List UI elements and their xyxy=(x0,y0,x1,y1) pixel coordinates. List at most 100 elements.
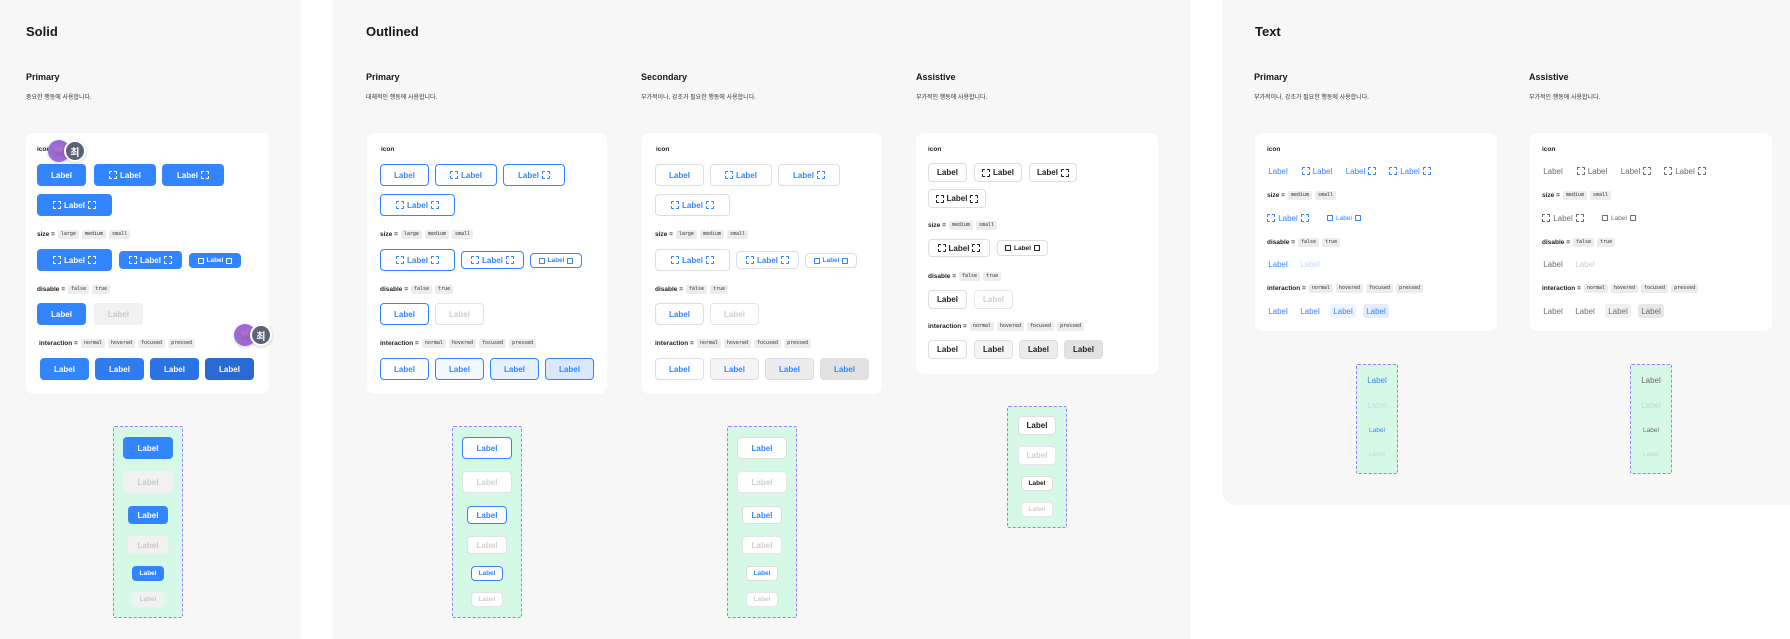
text-primary-button[interactable]: Label xyxy=(1364,373,1390,387)
outlined-assistive-button-medium[interactable]: Label xyxy=(928,239,990,257)
chip: medium xyxy=(1287,191,1312,200)
outlined-secondary-button[interactable]: Label xyxy=(737,437,787,459)
outlined-secondary-button-large[interactable]: Label xyxy=(655,249,730,271)
outlined-secondary-button-small[interactable]: Label xyxy=(805,253,857,268)
text-assistive-button-both-icons[interactable]: Label xyxy=(1662,164,1708,178)
placeholder-icon xyxy=(813,257,820,264)
outlined-primary-button-leading-icon[interactable]: Label xyxy=(435,164,497,186)
chip: small xyxy=(975,221,998,230)
outlined-primary-button[interactable]: Label xyxy=(462,437,512,459)
outlined-secondary-button-focused[interactable]: Label xyxy=(765,358,814,380)
solid-button-medium[interactable]: Label xyxy=(119,251,182,269)
section-title-text: Text xyxy=(1255,24,1281,39)
outlined-assistive-button-leading-icon[interactable]: Label xyxy=(974,163,1022,182)
outlined-primary-button-small[interactable]: Label xyxy=(471,566,503,581)
chip: true xyxy=(710,285,729,294)
outlined-primary-button-large[interactable]: Label xyxy=(380,249,455,271)
text-primary-button-both-icons[interactable]: Label xyxy=(1387,164,1433,178)
text-assistive-button[interactable]: Label xyxy=(1638,373,1664,387)
outlined-primary-button-both-icons[interactable]: Label xyxy=(380,194,455,216)
text-primary-button-small[interactable]: Label xyxy=(1365,424,1389,436)
text-assistive-button[interactable]: Label xyxy=(1540,164,1566,178)
outlined-secondary-button-medium[interactable]: Label xyxy=(736,251,799,269)
solid-button-normal[interactable]: Label xyxy=(40,358,89,380)
solid-button-small[interactable]: Label xyxy=(189,253,241,268)
solid-button-medium[interactable]: Label xyxy=(128,506,168,524)
prop-size-text: size = xyxy=(1542,192,1560,200)
outlined-secondary-button-medium[interactable]: Label xyxy=(742,506,782,524)
solid-button-trailing-icon[interactable]: Label xyxy=(162,164,224,186)
outlined-secondary-button-leading-icon[interactable]: Label xyxy=(710,164,772,186)
outlined-primary-button-medium[interactable]: Label xyxy=(461,251,524,269)
text-assistive-button-pressed[interactable]: Label xyxy=(1638,304,1664,318)
solid-button-enabled[interactable]: Label xyxy=(37,303,86,325)
text-primary-button-enabled[interactable]: Label xyxy=(1265,257,1291,271)
collaborator-avatars[interactable]: 👾 최 xyxy=(48,140,86,162)
outlined-secondary-button-small[interactable]: Label xyxy=(746,566,778,581)
text-assistive-button-focused[interactable]: Label xyxy=(1605,304,1631,318)
button-label: Label xyxy=(937,345,958,354)
text-assistive-button-small[interactable]: Label xyxy=(1599,212,1639,224)
text-primary-button[interactable]: Label xyxy=(1265,164,1291,178)
outlined-primary-button-hovered[interactable]: Label xyxy=(435,358,484,380)
outlined-secondary-button-enabled[interactable]: Label xyxy=(655,303,704,325)
text-primary-button-hovered[interactable]: Label xyxy=(1297,304,1323,318)
solid-button-focused[interactable]: Label xyxy=(150,358,199,380)
outlined-assistive-button-small[interactable]: Label xyxy=(1021,476,1053,491)
outlined-assistive-button-pressed[interactable]: Label xyxy=(1064,340,1103,359)
solid-button-hovered[interactable]: Label xyxy=(95,358,144,380)
button-label: Label xyxy=(64,255,85,265)
outlined-assistive-button-enabled[interactable]: Label xyxy=(928,290,967,309)
outlined-assistive-button-focused[interactable]: Label xyxy=(1019,340,1058,359)
text-primary-button-normal[interactable]: Label xyxy=(1265,304,1291,318)
outlined-assistive-button-normal[interactable]: Label xyxy=(928,340,967,359)
outlined-assistive-button-hovered[interactable]: Label xyxy=(974,340,1013,359)
outlined-assistive-button-small[interactable]: Label xyxy=(997,240,1048,256)
text-assistive-button-small[interactable]: Label xyxy=(1639,424,1663,436)
outlined-primary-button-pressed[interactable]: Label xyxy=(545,358,594,380)
text-assistive-button-enabled[interactable]: Label xyxy=(1540,257,1566,271)
solid-button-large[interactable]: Label xyxy=(37,249,112,271)
outlined-primary-button-focused[interactable]: Label xyxy=(490,358,539,380)
outlined-secondary-button-trailing-icon[interactable]: Label xyxy=(778,164,840,186)
outlined-secondary-button-normal[interactable]: Label xyxy=(655,358,704,380)
prop-size-label: size = medium small xyxy=(1542,191,1612,201)
text-primary-button-small[interactable]: Label xyxy=(1324,212,1364,224)
solid-button-leading-icon[interactable]: Label xyxy=(94,164,156,186)
text-assistive-button-medium[interactable]: Label xyxy=(1540,211,1586,225)
text-primary-button-pressed[interactable]: Label xyxy=(1363,304,1389,318)
solid-button-both-icons[interactable]: Label xyxy=(37,194,112,216)
outlined-secondary-button[interactable]: Label xyxy=(655,164,704,186)
outlined-primary-button-small[interactable]: Label xyxy=(530,253,582,268)
outlined-primary-button[interactable]: Label xyxy=(380,164,429,186)
outlined-assistive-button[interactable]: Label xyxy=(1018,416,1056,435)
solid-button-small[interactable]: Label xyxy=(132,566,164,581)
outlined-secondary-button-hovered[interactable]: Label xyxy=(710,358,759,380)
text-primary-button-focused[interactable]: Label xyxy=(1330,304,1356,318)
solid-button-pressed[interactable]: Label xyxy=(205,358,254,380)
outlined-assistive-button[interactable]: Label xyxy=(928,163,967,182)
text-assistive-button-trailing-icon[interactable]: Label xyxy=(1618,164,1654,178)
outlined-primary-button-enabled[interactable]: Label xyxy=(380,303,429,325)
outlined-primary-button-medium[interactable]: Label xyxy=(467,506,507,524)
text-assistive-button-normal[interactable]: Label xyxy=(1540,304,1566,318)
text-primary-button-leading-icon[interactable]: Label xyxy=(1299,164,1335,178)
prop-size-text: size = xyxy=(1267,192,1285,200)
text-assistive-button-hovered[interactable]: Label xyxy=(1572,304,1598,318)
outlined-secondary-button-pressed[interactable]: Label xyxy=(820,358,869,380)
outlined-primary-button-trailing-icon[interactable]: Label xyxy=(503,164,565,186)
outlined-primary-button-normal[interactable]: Label xyxy=(380,358,429,380)
collaborator-avatars[interactable]: 👾 최 xyxy=(234,324,272,346)
outlined-assistive-button-trailing-icon[interactable]: Label xyxy=(1029,163,1077,182)
outlined-assistive-button-both-icons[interactable]: Label xyxy=(928,189,986,208)
group-title: Primary xyxy=(366,72,400,82)
solid-button[interactable]: Label xyxy=(37,164,86,186)
text-primary-button-trailing-icon[interactable]: Label xyxy=(1343,164,1379,178)
text-assistive-button-leading-icon[interactable]: Label xyxy=(1574,164,1610,178)
chip: hovered xyxy=(1335,284,1363,293)
text-primary-button-medium[interactable]: Label xyxy=(1265,211,1311,225)
placeholder-icon xyxy=(1267,214,1276,222)
solid-button[interactable]: Label xyxy=(123,437,173,459)
outlined-secondary-button-both-icons[interactable]: Label xyxy=(655,194,730,216)
placeholder-icon xyxy=(163,256,172,264)
